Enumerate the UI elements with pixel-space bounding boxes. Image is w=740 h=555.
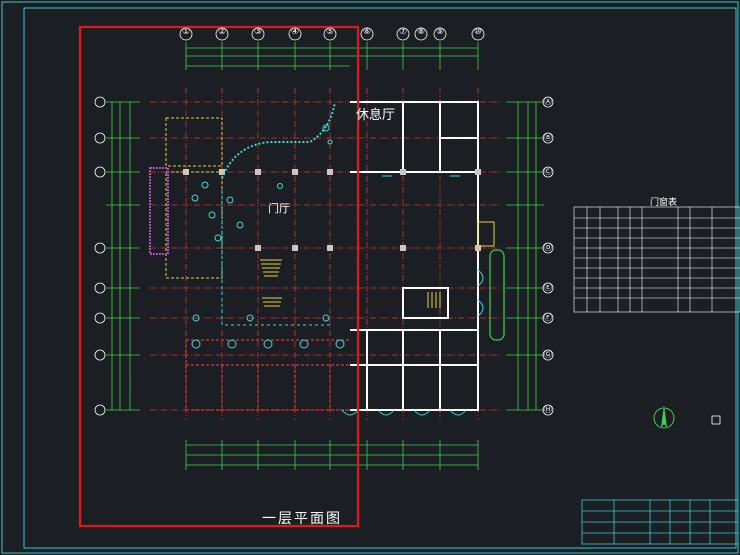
lounge-label: 休息厅 bbox=[356, 108, 396, 123]
stair-right bbox=[427, 292, 441, 308]
top-dimensions bbox=[185, 42, 479, 70]
top-axis-label: ⑨ bbox=[435, 27, 445, 37]
stair-left bbox=[260, 259, 282, 307]
top-axis-label: ⑩ bbox=[473, 27, 483, 37]
floor-plan-title: 一层平面图 bbox=[262, 511, 342, 527]
right-axis-label: Ⓕ bbox=[544, 313, 552, 322]
right-axis-label: Ⓔ bbox=[544, 283, 552, 292]
walls bbox=[350, 101, 479, 411]
right-axis-label: Ⓒ bbox=[544, 167, 552, 176]
small-marker bbox=[711, 415, 721, 425]
entrance-canopy bbox=[477, 221, 495, 247]
right-axis-label: Ⓓ bbox=[544, 243, 552, 252]
yellow-zone-lower bbox=[165, 171, 223, 279]
top-axis-label: ① bbox=[181, 27, 191, 37]
right-axis-label: Ⓐ bbox=[544, 97, 552, 106]
left-walls bbox=[185, 339, 350, 411]
yellow-zone-upper bbox=[165, 117, 223, 167]
top-axis-label: ② bbox=[217, 27, 227, 37]
right-axis-label: Ⓑ bbox=[544, 133, 552, 142]
hall-label: 门厅 bbox=[268, 202, 290, 215]
magenta-zone bbox=[149, 167, 169, 255]
top-axis-label: ④ bbox=[290, 27, 300, 37]
left-dimensions bbox=[106, 101, 140, 411]
door-schedule-table bbox=[573, 206, 740, 313]
right-axis-label: Ⓗ bbox=[544, 405, 552, 414]
top-axis-label: ⑧ bbox=[416, 27, 426, 37]
right-axis-bubbles bbox=[542, 96, 554, 416]
top-axis-label: ⑦ bbox=[398, 27, 408, 37]
entrance-green bbox=[489, 249, 505, 341]
top-axis-label: ③ bbox=[253, 27, 263, 37]
right-dimensions bbox=[506, 101, 544, 411]
right-axis-label: Ⓖ bbox=[544, 350, 552, 359]
title-block bbox=[581, 499, 739, 545]
curved-wall bbox=[221, 101, 336, 179]
cad-drawing bbox=[1, 1, 740, 554]
top-axis-label: ⑤ bbox=[325, 27, 335, 37]
bottom-dimensions bbox=[185, 440, 479, 470]
top-axis-label: ⑥ bbox=[362, 27, 372, 37]
left-axis-bubbles bbox=[94, 96, 106, 416]
columns bbox=[183, 169, 481, 251]
door-schedule-title: 门窗表 bbox=[650, 198, 678, 208]
north-arrow-icon bbox=[653, 405, 675, 429]
